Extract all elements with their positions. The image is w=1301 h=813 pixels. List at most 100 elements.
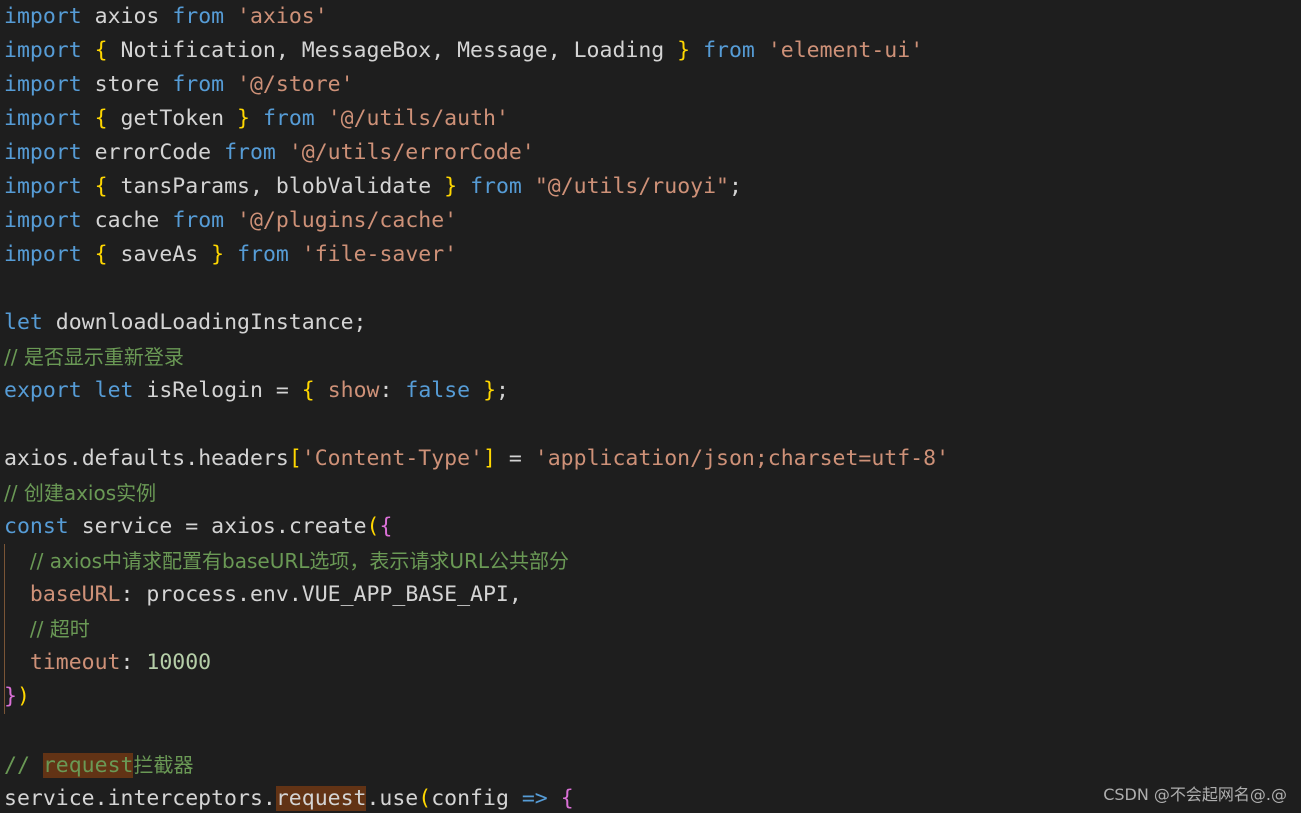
semicolon: ; [728, 174, 742, 199]
dot: . [185, 446, 199, 471]
brace-open: { [379, 514, 393, 539]
find-match-highlight[interactable]: request [42, 753, 134, 778]
code-line[interactable]: axios.defaults.headers['Content-Type'] =… [0, 442, 949, 476]
function-name: create [288, 514, 367, 539]
find-match-highlight[interactable]: request [275, 786, 367, 811]
code-line[interactable]: let downloadLoadingInstance; [0, 306, 949, 340]
string-literal: 'application/json;charset=utf-8' [534, 446, 950, 471]
code-line-blank[interactable] [0, 408, 949, 442]
string-literal: 'file-saver' [301, 242, 458, 267]
number-literal: 10000 [146, 650, 212, 675]
code-content[interactable]: import axios from 'axios' import { Notif… [0, 0, 949, 813]
identifier: MessageBox [301, 38, 432, 63]
code-line[interactable]: import store from '@/store' [0, 68, 949, 102]
keyword-import: import [4, 4, 82, 29]
identifier: getToken [120, 106, 225, 131]
code-line[interactable]: import { saveAs } from 'file-saver' [0, 238, 949, 272]
colon: : [120, 650, 134, 675]
identifier: blobValidate [275, 174, 432, 199]
string-literal: 'axios' [237, 4, 328, 29]
code-line-comment[interactable]: // 创建axios实例 [0, 476, 949, 510]
code-line[interactable]: import cache from '@/plugins/cache' [0, 204, 949, 238]
dot: . [94, 786, 108, 811]
bracket-open: [ [288, 446, 302, 471]
comment-text: // axios中请求配置有baseURL选项，表示请求URL公共部分 [29, 549, 570, 573]
code-line-comment[interactable]: // 超时 [0, 612, 949, 646]
paren-open: ( [366, 514, 380, 539]
code-line[interactable]: timeout: 10000 [0, 646, 949, 680]
code-line[interactable]: import axios from 'axios' [0, 0, 949, 34]
dot: . [275, 514, 289, 539]
identifier: defaults [81, 446, 186, 471]
string-literal: 'Content-Type' [301, 446, 483, 471]
semicolon: ; [353, 310, 367, 335]
brace-open: { [560, 786, 574, 811]
identifier: store [94, 72, 160, 97]
identifier: config [431, 786, 509, 811]
brace-close: } [483, 378, 497, 403]
identifier: axios [211, 514, 276, 539]
string-literal: '@/utils/auth' [327, 106, 509, 131]
identifier: process [146, 582, 238, 607]
keyword-from: from [470, 174, 522, 199]
brace-open: { [94, 38, 108, 63]
keyword-import: import [4, 72, 82, 97]
code-line[interactable]: import { tansParams, blobValidate } from… [0, 170, 949, 204]
identifier: VUE_APP_BASE_API [301, 582, 509, 607]
identifier: Loading [573, 38, 665, 63]
string-literal: "@/utils/ruoyi" [534, 174, 729, 199]
brace-open: { [94, 242, 108, 267]
keyword-const: const [4, 514, 69, 539]
code-line[interactable]: import errorCode from '@/utils/errorCode… [0, 136, 949, 170]
object-key: baseURL [29, 582, 121, 607]
keyword-false: false [405, 378, 471, 403]
dot: . [366, 786, 380, 811]
code-line[interactable]: export let isRelogin = { show: false }; [0, 374, 949, 408]
code-line-comment[interactable]: // axios中请求配置有baseURL选项，表示请求URL公共部分 [0, 544, 949, 578]
dot: . [262, 786, 276, 811]
code-line[interactable]: import { Notification, MessageBox, Messa… [0, 34, 949, 68]
string-literal: '@/plugins/cache' [237, 208, 458, 233]
code-line[interactable]: const service = axios.create({ [0, 510, 949, 544]
keyword-import: import [4, 242, 82, 267]
identifier: Message [457, 38, 548, 63]
brace-open: { [94, 174, 108, 199]
keyword-from: from [172, 4, 225, 29]
identifier: env [249, 582, 289, 607]
comment-text: // 创建axios实例 [4, 481, 157, 505]
code-editor[interactable]: import axios from 'axios' import { Notif… [0, 0, 1301, 813]
code-line-comment[interactable]: // request拦截器 [0, 748, 949, 782]
identifier: service [4, 786, 95, 811]
code-line[interactable]: }) [0, 680, 949, 714]
identifier: axios [4, 446, 69, 471]
semicolon: ; [496, 378, 509, 403]
code-line-comment[interactable]: // 是否显示重新登录 [0, 340, 949, 374]
keyword-from: from [262, 106, 315, 131]
keyword-from: from [703, 38, 755, 63]
identifier: headers [198, 446, 289, 471]
code-line-blank[interactable] [0, 272, 949, 306]
code-line[interactable]: import { getToken } from '@/utils/auth' [0, 102, 949, 136]
operator-assign: = [508, 446, 522, 471]
keyword-import: import [4, 106, 82, 131]
colon: : [379, 378, 393, 403]
arrow-operator: => [521, 786, 548, 811]
identifier: isRelogin [146, 378, 263, 403]
keyword-let: let [94, 378, 134, 403]
identifier: tansParams [120, 174, 250, 199]
keyword-import: import [4, 174, 82, 199]
string-literal: 'element-ui' [767, 38, 924, 63]
code-line[interactable]: service.interceptors.request.use(config … [0, 782, 949, 813]
keyword-import: import [4, 140, 82, 165]
brace-close: } [444, 174, 458, 199]
code-line-blank[interactable] [0, 714, 949, 748]
keyword-import: import [4, 38, 82, 63]
string-literal: '@/store' [237, 72, 354, 97]
keyword-from: from [172, 208, 225, 233]
comment-text: // 是否显示重新登录 [4, 345, 184, 369]
operator-assign: = [275, 378, 289, 403]
identifier: service [81, 514, 173, 539]
identifier: interceptors [107, 786, 263, 811]
code-line[interactable]: baseURL: process.env.VUE_APP_BASE_API, [0, 578, 949, 612]
keyword-from: from [224, 140, 276, 165]
